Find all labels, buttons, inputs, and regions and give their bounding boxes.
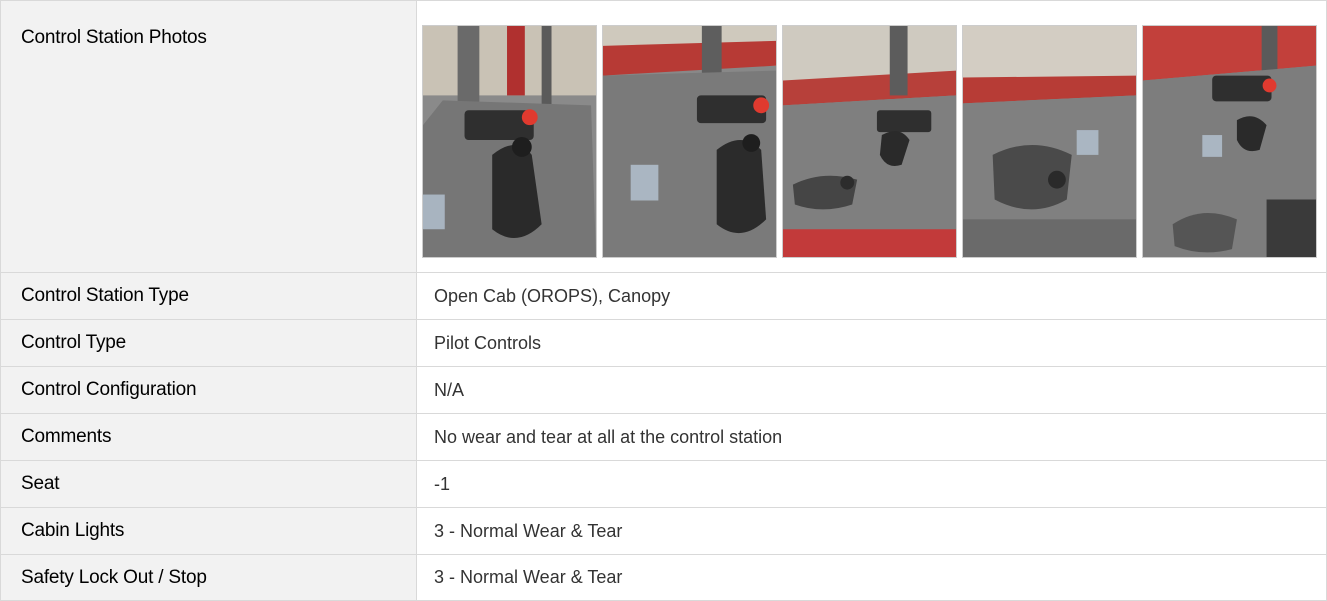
row-label: Control Station Type: [0, 272, 417, 320]
row-value: Open Cab (OROPS), Canopy: [416, 272, 1327, 320]
table-row: Control Type Pilot Controls: [0, 319, 1327, 367]
control-station-photo-3[interactable]: [782, 25, 957, 258]
row-label: Cabin Lights: [0, 507, 417, 555]
photo-strip: [417, 14, 1326, 259]
table-row: Seat -1: [0, 460, 1327, 508]
row-label: Seat: [0, 460, 417, 508]
row-label: Control Configuration: [0, 366, 417, 414]
control-station-photo-4[interactable]: [962, 25, 1137, 258]
table-row: Comments No wear and tear at all at the …: [0, 413, 1327, 461]
table-row: Control Station Photos: [0, 0, 1327, 273]
control-station-photo-1[interactable]: [422, 25, 597, 258]
control-station-photo-2[interactable]: [602, 25, 777, 258]
row-value: 3 - Normal Wear & Tear: [416, 507, 1327, 555]
table-row: Cabin Lights 3 - Normal Wear & Tear: [0, 507, 1327, 555]
row-value: Pilot Controls: [416, 319, 1327, 367]
row-value: N/A: [416, 366, 1327, 414]
control-station-table: Control Station Photos Control Station T…: [0, 0, 1327, 601]
row-label: Comments: [0, 413, 417, 461]
row-label: Control Station Photos: [0, 0, 417, 273]
row-value: No wear and tear at all at the control s…: [416, 413, 1327, 461]
row-value: -1: [416, 460, 1327, 508]
control-station-photo-5[interactable]: [1142, 25, 1317, 258]
photos-cell: [416, 0, 1327, 273]
row-label: Control Type: [0, 319, 417, 367]
table-row: Control Station Type Open Cab (OROPS), C…: [0, 272, 1327, 320]
table-row: Control Configuration N/A: [0, 366, 1327, 414]
